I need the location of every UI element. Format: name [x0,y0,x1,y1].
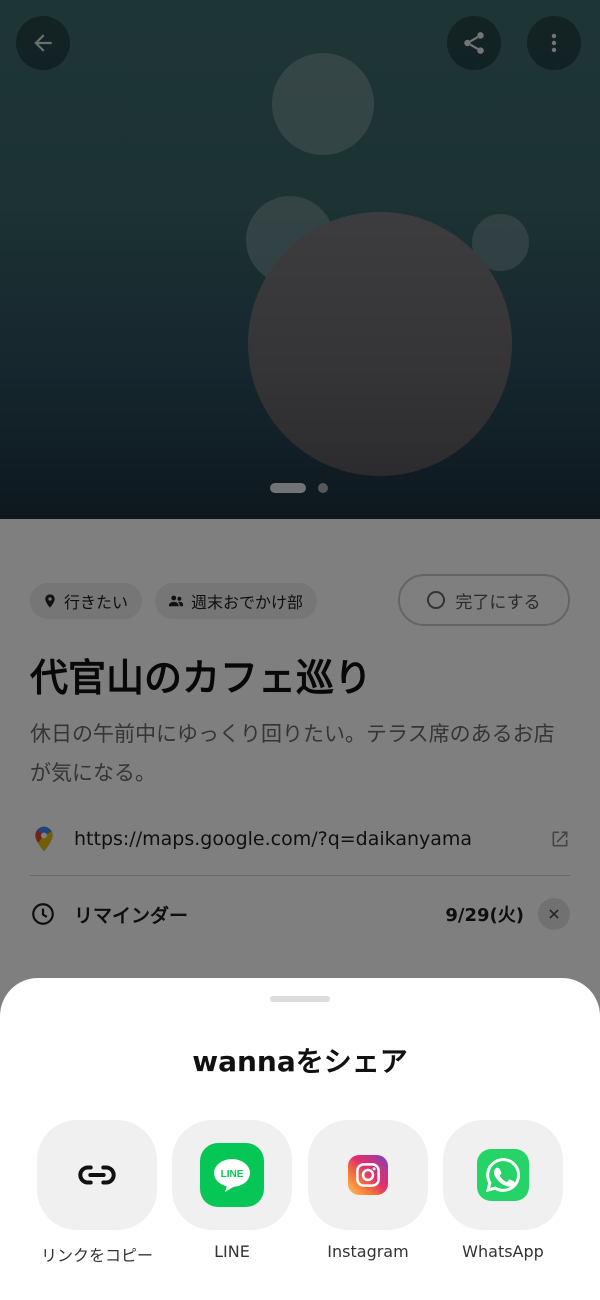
line-icon: LINE [200,1143,264,1207]
instagram-share-option[interactable]: Instagram [308,1120,428,1270]
whatsapp-share-button[interactable] [443,1120,563,1230]
line-logo-text: LINE [221,1169,244,1180]
whatsapp-label: WhatsApp [462,1242,544,1261]
whatsapp-phone-icon [485,1158,520,1193]
whatsapp-share-option[interactable]: WhatsApp [443,1120,563,1270]
instagram-camera-icon [356,1163,380,1187]
line-bubble-icon: LINE [214,1159,250,1192]
copy-link-option[interactable]: リンクをコピー [37,1120,157,1270]
line-share-option[interactable]: LINE LINE [172,1120,292,1270]
share-sheet-title: wannaをシェア [192,1045,408,1078]
screen: 行きたい 週末おでかけ部 完了にする 代官山のカフェ巡り 休日の午前中にゆっくり… [0,0,600,1300]
link-icon [78,1165,116,1185]
drag-handle[interactable] [270,996,330,1002]
line-share-button[interactable]: LINE [172,1120,292,1230]
whatsapp-icon [477,1149,529,1201]
copy-link-button[interactable] [37,1120,157,1230]
share-bottom-sheet: wannaをシェア リンクをコピー LINE LINE Instagram Wh… [0,978,600,1300]
instagram-icon [348,1155,388,1195]
instagram-share-button[interactable] [308,1120,428,1230]
